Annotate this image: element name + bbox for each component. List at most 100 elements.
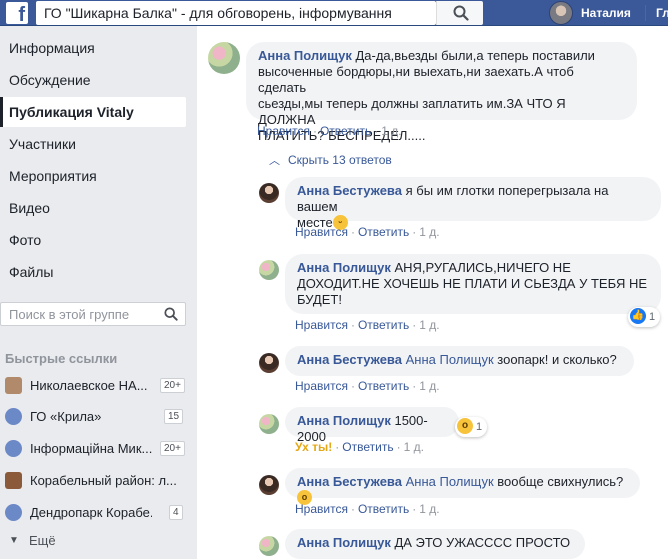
sidebar-item-photos[interactable]: Фото	[0, 225, 186, 255]
user-name-link[interactable]: Наталия	[581, 6, 631, 20]
comment-actions: Нравится · Ответить · 1 д.	[295, 379, 440, 393]
comment-author[interactable]: Анна Бестужева	[297, 352, 402, 367]
comment-bubble: Анна Бестужева я бы им глотки поперегрыз…	[285, 177, 661, 231]
comment-time[interactable]: 1 д.	[381, 124, 401, 138]
comment-author[interactable]: Анна Полищук	[297, 535, 391, 550]
avatar[interactable]	[259, 353, 279, 373]
comment-text: зоопарк! и сколько?	[493, 352, 617, 367]
group-icon	[5, 440, 22, 457]
comment-bubble: Анна Бестужева Анна Полищук вообще свихн…	[285, 468, 640, 506]
like-link[interactable]: Нравится	[295, 502, 348, 516]
comment-author[interactable]: Анна Полищук	[297, 413, 391, 428]
comment-text: БУДЕТ!	[297, 292, 342, 307]
facebook-logo-icon[interactable]: f	[6, 2, 28, 24]
quick-link-item[interactable]: Николаевское НА... 20+	[0, 373, 186, 399]
search-button[interactable]	[436, 1, 483, 25]
quick-link-count: 20+	[160, 441, 185, 456]
quick-link-count: 20+	[160, 378, 185, 393]
like-link[interactable]: Нравится	[295, 225, 348, 239]
quick-link-count: 4	[169, 505, 183, 520]
quick-link-item[interactable]: Дендропарк Корабе... 4	[0, 500, 186, 526]
reply-link[interactable]: Ответить	[358, 225, 409, 239]
sidebar-item-videos[interactable]: Видео	[0, 193, 186, 223]
left-sidebar: Информация Обсуждение Публикация Vitaly …	[0, 26, 197, 559]
like-link[interactable]: Нравится	[295, 379, 348, 393]
chevron-up-icon: ︿	[269, 155, 280, 167]
quick-link-label: Дендропарк Корабе...	[30, 505, 152, 520]
reply-link[interactable]: Ответить	[358, 502, 409, 516]
group-icon	[5, 408, 22, 425]
comment-author[interactable]: Анна Полищук	[297, 260, 391, 275]
comment-author[interactable]: Анна Полищук	[258, 48, 352, 63]
sidebar-item-events[interactable]: Мероприятия	[0, 161, 186, 191]
sidebar-item-info[interactable]: Информация	[0, 33, 186, 63]
search-icon[interactable]	[164, 307, 178, 321]
quick-link-label: Николаевское НА...	[30, 378, 148, 393]
sidebar-item-discussion[interactable]: Обсуждение	[0, 65, 186, 95]
comment-mention[interactable]: Анна Полищук	[406, 352, 494, 367]
hide-replies-link[interactable]: ︿ Скрыть 13 ответов	[269, 152, 392, 168]
sidebar-item-files[interactable]: Файлы	[0, 257, 186, 287]
chevron-down-icon: ▼	[9, 535, 19, 546]
comment-time[interactable]: 1 д.	[419, 502, 439, 516]
quick-link-count: 15	[164, 409, 184, 424]
comment-text: ДОХОДИТ.НЕ ХОЧЕШЬ НЕ ПЛАТИ И СЬЕЗДА У ТЕ…	[297, 276, 648, 291]
quick-link-item[interactable]: Корабельный район: л...	[0, 468, 186, 494]
quick-link-label: Інформаційна Мик...	[30, 441, 152, 456]
like-link[interactable]: Нравится	[257, 124, 310, 138]
quick-link-label: ГО «Крила»	[30, 409, 102, 424]
search-input[interactable]: ГО "Шикарна Балка" - для обговорень, інф…	[36, 1, 436, 25]
page-thumbnail-icon	[5, 472, 22, 489]
avatar[interactable]	[259, 475, 279, 495]
comment-bubble: Анна Бестужева Анна Полищук зоопарк! и с…	[285, 346, 634, 376]
reply-link[interactable]: Ответить	[358, 379, 409, 393]
comment-time[interactable]: 1 д.	[419, 318, 439, 332]
hide-replies-label: Скрыть 13 ответов	[288, 153, 392, 167]
comment-text: АНЯ,РУГАЛИСЬ,НИЧЕГО НЕ	[390, 260, 571, 275]
reply-link[interactable]: Ответить	[358, 318, 409, 332]
home-link[interactable]: Гл	[656, 6, 668, 20]
like-reaction-icon: 👍	[630, 308, 646, 325]
comment-mention[interactable]: Анна Полищук	[406, 474, 494, 489]
group-icon	[5, 504, 22, 521]
quick-link-item[interactable]: Інформаційна Мик... 20+	[0, 436, 186, 462]
comment-bubble: Анна Полищук АНЯ,РУГАЛИСЬ,НИЧЕГО НЕ ДОХО…	[285, 254, 661, 314]
sidebar-item-members[interactable]: Участники	[0, 129, 186, 159]
wow-reaction-link[interactable]: Ух ты!	[295, 440, 332, 454]
comment-time[interactable]: 1 д.	[404, 440, 424, 454]
user-avatar[interactable]	[549, 1, 573, 25]
comment-time[interactable]: 1 д.	[419, 379, 439, 393]
reply-link[interactable]: Ответить	[342, 440, 393, 454]
quick-links-title: Быстрые ссылки	[5, 351, 118, 366]
topbar-divider	[645, 5, 646, 21]
reaction-count: 1	[476, 421, 483, 433]
reaction-count-badge[interactable]: 👍 1	[628, 307, 661, 327]
avatar[interactable]	[259, 414, 279, 434]
comment-actions: Нравится · Ответить · 1 д.	[295, 225, 440, 239]
comment-author[interactable]: Анна Бестужева	[297, 183, 402, 198]
reply-link[interactable]: Ответить	[320, 124, 371, 138]
comment-actions: Нравится · Ответить · 1 д.	[295, 318, 440, 332]
quick-link-item[interactable]: ГО «Крила» 15	[0, 404, 186, 430]
reaction-count: 1	[649, 311, 656, 323]
comment-actions: Нравится · Ответить · 1 д.	[295, 502, 440, 516]
avatar[interactable]	[208, 42, 240, 74]
comment-time[interactable]: 1 д.	[419, 225, 439, 239]
reaction-count-badge[interactable]: o1	[455, 417, 488, 437]
avatar[interactable]	[259, 260, 279, 280]
page-thumbnail-icon	[5, 377, 22, 394]
comment-bubble: Анна Полищук Да-да,вьезды были,а теперь …	[246, 42, 637, 143]
comments-panel: Анна Полищук Да-да,вьезды были,а теперь …	[197, 26, 668, 559]
avatar[interactable]	[259, 183, 279, 203]
like-link[interactable]: Нравится	[295, 318, 348, 332]
group-search-input[interactable]: Поиск в этой группе	[0, 302, 186, 326]
avatar[interactable]	[259, 536, 279, 556]
comment-actions: Нравится · Ответить · 1 д.	[257, 124, 402, 138]
comment-author[interactable]: Анна Бестужева	[297, 474, 402, 489]
sidebar-item-vitaly-post[interactable]: Публикация Vitaly	[0, 97, 186, 127]
comment-text: вообще свихнулись?	[493, 474, 624, 489]
wow-reaction-icon: o	[457, 418, 473, 435]
top-bar: f ГО "Шикарна Балка" - для обговорень, і…	[0, 0, 668, 26]
group-search-placeholder: Поиск в этой группе	[9, 307, 130, 322]
comment-text: Да-да,вьезды были,а теперь поставили	[351, 48, 595, 63]
